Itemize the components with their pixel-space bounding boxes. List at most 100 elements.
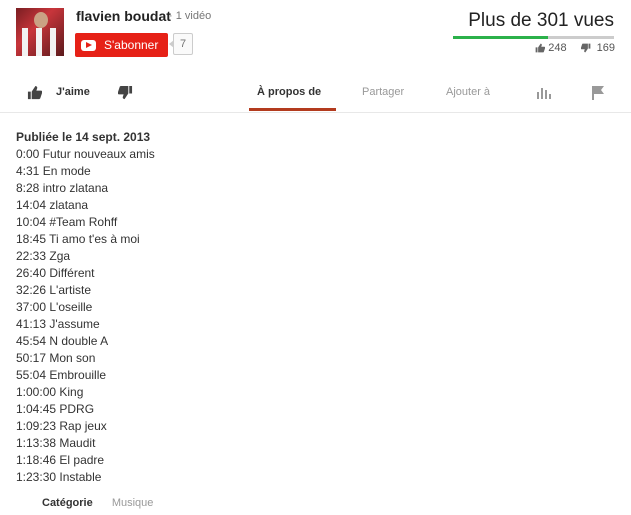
subscribe-label: S'abonner <box>104 38 159 52</box>
flag-icon <box>592 85 604 100</box>
track-item: 14:04 zlatana <box>16 197 155 214</box>
like-label: J'aime <box>56 86 90 98</box>
like-count: 248 <box>548 42 567 54</box>
dislike-button[interactable] <box>118 72 133 112</box>
category-value[interactable]: Musique <box>112 497 154 509</box>
track-item: 22:33 Zga <box>16 248 155 265</box>
track-timestamp-link[interactable]: 14:04 <box>16 198 46 212</box>
track-item: 10:04 #Team Rohff <box>16 214 155 231</box>
track-timestamp-link[interactable]: 0:00 <box>16 147 39 161</box>
avatar-stripe <box>50 28 56 56</box>
track-title: J'assume <box>49 317 100 331</box>
track-item: 8:28 intro zlatana <box>16 180 155 197</box>
stats-icon <box>537 88 551 99</box>
thumbs-up-icon <box>535 43 546 53</box>
active-tab-indicator <box>249 108 336 111</box>
video-description: Publiée le 14 sept. 2013 0:00 Futur nouv… <box>16 130 155 486</box>
track-item: 0:00 Futur nouveaux amis <box>16 146 155 163</box>
tab-about[interactable]: À propos de <box>257 72 321 112</box>
track-title: N double A <box>49 334 109 348</box>
track-timestamp-link[interactable]: 8:28 <box>16 181 39 195</box>
avatar-head <box>34 12 48 28</box>
track-item: 45:54 N double A <box>16 333 155 350</box>
track-timestamp-link[interactable]: 1:04:45 <box>16 402 56 416</box>
thumbs-down-icon <box>118 85 133 99</box>
track-timestamp-link[interactable]: 1:18:46 <box>16 453 56 467</box>
track-title: L'artiste <box>49 283 92 297</box>
channel-name-link[interactable]: flavien boudat <box>76 8 171 24</box>
like-button[interactable]: J'aime <box>27 72 90 112</box>
track-item: 26:40 Différent <box>16 265 155 282</box>
tab-add-to-label: Ajouter à <box>446 86 491 98</box>
track-timestamp-link[interactable]: 18:45 <box>16 232 46 246</box>
avatar-stripe <box>22 28 28 56</box>
track-timestamp-link[interactable]: 55:04 <box>16 368 46 382</box>
track-title: Ti amo t'es à moi <box>49 232 140 246</box>
track-title: L'oseille <box>49 300 93 314</box>
thumbs-up-icon <box>27 85 42 99</box>
track-timestamp-link[interactable]: 1:00:00 <box>16 385 56 399</box>
track-timestamp-link[interactable]: 10:04 <box>16 215 46 229</box>
track-timestamp-link[interactable]: 4:31 <box>16 164 39 178</box>
thumbs-down-icon <box>580 43 591 53</box>
video-count[interactable]: · 1 vidéo <box>169 10 211 22</box>
publish-date: Publiée le 14 sept. 2013 <box>16 130 151 144</box>
track-timestamp-link[interactable]: 1:23:30 <box>16 470 56 484</box>
track-title: King <box>59 385 84 399</box>
track-item: 50:17 Mon son <box>16 350 155 367</box>
track-item: 1:23:30 Instable <box>16 469 155 486</box>
track-title: #Team Rohff <box>49 215 118 229</box>
like-dislike-bar <box>453 36 614 39</box>
dislike-count: 169 <box>596 42 615 54</box>
track-title: Mon son <box>49 351 96 365</box>
track-title: En mode <box>42 164 91 178</box>
track-timestamp-link[interactable]: 41:13 <box>16 317 46 331</box>
track-timestamp-link[interactable]: 37:00 <box>16 300 46 314</box>
track-timestamp-link[interactable]: 45:54 <box>16 334 46 348</box>
track-item: 32:26 L'artiste <box>16 282 155 299</box>
tab-share[interactable]: Partager <box>362 72 404 112</box>
tab-about-label: À propos de <box>257 86 322 98</box>
subscribe-button[interactable]: S'abonner <box>75 33 168 57</box>
track-title: Différent <box>49 266 95 280</box>
track-timestamp-link[interactable]: 22:33 <box>16 249 46 263</box>
track-item: 1:18:46 El padre <box>16 452 155 469</box>
track-title: Instable <box>59 470 102 484</box>
track-timestamp-link[interactable]: 32:26 <box>16 283 46 297</box>
track-title: Futur nouveaux amis <box>42 147 155 161</box>
tab-add-to[interactable]: Ajouter à <box>446 72 490 112</box>
avatar-stripe <box>36 28 42 56</box>
view-count: Plus de 301 vues <box>468 10 614 31</box>
track-title: Rap jeux <box>59 419 107 433</box>
track-title: Zga <box>49 249 71 263</box>
track-item: 55:04 Embrouille <box>16 367 155 384</box>
track-item: 4:31 En mode <box>16 163 155 180</box>
like-stats: 248 169 <box>535 42 615 54</box>
track-title: zlatana <box>49 198 89 212</box>
report-button[interactable] <box>591 72 605 112</box>
track-timestamp-link[interactable]: 1:13:38 <box>16 436 56 450</box>
track-timestamp-link[interactable]: 50:17 <box>16 351 46 365</box>
tab-share-label: Partager <box>362 86 405 98</box>
category-label: Catégorie <box>42 497 93 509</box>
action-bar: J'aime À propos de Partager Ajouter à <box>0 72 631 113</box>
stats-button[interactable] <box>536 72 551 112</box>
track-title: Embrouille <box>49 368 107 382</box>
track-title: PDRG <box>59 402 95 416</box>
track-item: 37:00 L'oseille <box>16 299 155 316</box>
track-item: 41:13 J'assume <box>16 316 155 333</box>
youtube-logo-icon <box>81 39 96 51</box>
track-timestamp-link[interactable]: 26:40 <box>16 266 46 280</box>
like-bar-fill <box>453 36 548 39</box>
track-item: 1:04:45 PDRG <box>16 401 155 418</box>
track-title: intro zlatana <box>42 181 109 195</box>
track-item: 1:00:00 King <box>16 384 155 401</box>
track-timestamp-link[interactable]: 1:09:23 <box>16 419 56 433</box>
track-item: 1:13:38 Maudit <box>16 435 155 452</box>
channel-avatar[interactable] <box>16 8 64 56</box>
track-title: El padre <box>59 453 105 467</box>
track-list: 0:00 Futur nouveaux amis 4:31 En mode 8:28… <box>16 146 155 486</box>
category-row: Catégorie Musique <box>42 497 153 509</box>
track-item: 18:45 Ti amo t'es à moi <box>16 231 155 248</box>
subscriber-count: 7 <box>169 33 193 55</box>
